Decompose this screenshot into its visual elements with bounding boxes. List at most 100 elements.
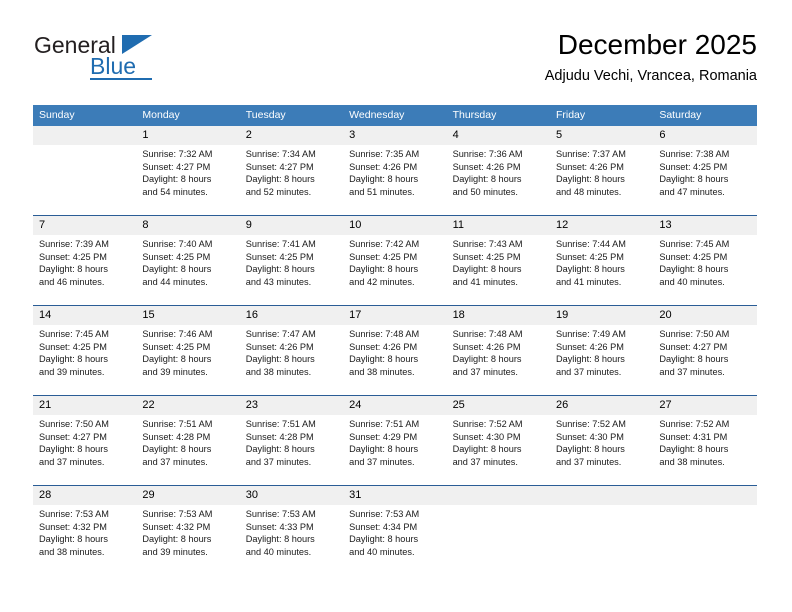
day-details: Sunrise: 7:40 AM Sunset: 4:25 PM Daylight:…: [136, 235, 239, 288]
sunset-text: Sunset: 4:34 PM: [349, 521, 418, 532]
day-details: Sunrise: 7:50 AM Sunset: 4:27 PM Daylight:…: [653, 325, 757, 378]
calendar-day-cell[interactable]: 1 Sunrise: 7:32 AM Sunset: 4:27 PM Daylight…: [136, 126, 240, 216]
day-number: 14: [33, 306, 137, 325]
sunset-text: Sunset: 4:31 PM: [659, 431, 728, 442]
day-details: Sunrise: 7:32 AM Sunset: 4:27 PM Daylight:…: [136, 145, 239, 198]
calendar-cell-inner: 4 Sunrise: 7:36 AM Sunset: 4:26 PM Daylight…: [446, 126, 550, 215]
day-details: Sunrise: 7:37 AM Sunset: 4:26 PM Daylight:…: [550, 145, 653, 198]
day-number: 5: [549, 126, 654, 145]
calendar-cell-inner: 29 Sunrise: 7:53 AM Sunset: 4:32 PM Dayligh…: [136, 486, 240, 575]
calendar-day-cell[interactable]: 24 Sunrise: 7:51 AM Sunset: 4:29 PM Dayligh…: [343, 395, 447, 486]
calendar-day-cell[interactable]: 3 Sunrise: 7:35 AM Sunset: 4:26 PM Daylight…: [343, 126, 447, 216]
daylight-text-line1: Daylight: 8 hours: [245, 174, 315, 185]
sunset-text: Sunset: 4:25 PM: [245, 251, 314, 262]
day-number: 11: [446, 216, 550, 235]
calendar-week-row: 14 Sunrise: 7:45 AM Sunset: 4:25 PM Dayligh…: [33, 305, 757, 396]
day-number: 6: [653, 126, 757, 145]
calendar-day-cell[interactable]: 20 Sunrise: 7:50 AM Sunset: 4:27 PM Dayligh…: [653, 305, 757, 396]
calendar-day-cell[interactable]: 23 Sunrise: 7:51 AM Sunset: 4:28 PM Dayligh…: [239, 395, 344, 486]
sunrise-text: Sunrise: 7:51 AM: [142, 419, 213, 429]
sunrise-text: Sunrise: 7:39 AM: [39, 239, 109, 249]
daylight-text-line1: Daylight: 8 hours: [555, 264, 625, 275]
calendar-cell-inner: 21 Sunrise: 7:50 AM Sunset: 4:27 PM Dayligh…: [33, 396, 137, 485]
sunrise-text: Sunrise: 7:32 AM: [142, 149, 213, 159]
calendar-day-cell[interactable]: 4 Sunrise: 7:36 AM Sunset: 4:26 PM Daylight…: [446, 126, 550, 216]
day-number: 2: [239, 126, 344, 145]
calendar-day-cell[interactable]: 9 Sunrise: 7:41 AM Sunset: 4:25 PM Daylight…: [239, 215, 344, 306]
daylight-text-line2: and 38 minutes.: [245, 366, 312, 377]
calendar-day-cell[interactable]: 2 Sunrise: 7:34 AM Sunset: 4:27 PM Daylight…: [239, 126, 344, 216]
day-number: 26: [549, 396, 654, 415]
day-number: 22: [136, 396, 240, 415]
calendar-day-cell[interactable]: 10 Sunrise: 7:42 AM Sunset: 4:25 PM Dayligh…: [343, 215, 447, 306]
calendar-cell-inner: 16 Sunrise: 7:47 AM Sunset: 4:26 PM Dayligh…: [239, 306, 344, 395]
calendar-day-cell[interactable]: 26 Sunrise: 7:52 AM Sunset: 4:30 PM Dayligh…: [549, 395, 654, 486]
day-number: 12: [549, 216, 654, 235]
logo-underline: [90, 78, 152, 80]
daylight-text-line1: Daylight: 8 hours: [39, 444, 108, 455]
sunrise-text: Sunrise: 7:47 AM: [245, 329, 316, 339]
daylight-text-line1: Daylight: 8 hours: [142, 174, 212, 185]
calendar-cell-inner: [446, 486, 550, 575]
column-header-monday: Monday: [136, 105, 240, 126]
calendar-day-cell[interactable]: 6 Sunrise: 7:38 AM Sunset: 4:25 PM Daylight…: [653, 126, 757, 216]
calendar-day-cell[interactable]: 28 Sunrise: 7:53 AM Sunset: 4:32 PM Dayligh…: [33, 485, 137, 575]
day-number: 20: [653, 306, 757, 325]
daylight-text-line2: and 39 minutes.: [142, 366, 208, 377]
calendar-day-cell[interactable]: 22 Sunrise: 7:51 AM Sunset: 4:28 PM Dayligh…: [136, 395, 240, 486]
page-header: General Blue December 2025 Adjudu Vechi,…: [34, 28, 757, 98]
calendar-cell-inner: 24 Sunrise: 7:51 AM Sunset: 4:29 PM Dayligh…: [343, 396, 447, 485]
calendar-day-cell[interactable]: 18 Sunrise: 7:48 AM Sunset: 4:26 PM Dayligh…: [446, 305, 550, 396]
calendar-day-cell[interactable]: 14 Sunrise: 7:45 AM Sunset: 4:25 PM Dayligh…: [33, 305, 137, 396]
calendar-cell-inner: 30 Sunrise: 7:53 AM Sunset: 4:33 PM Dayligh…: [239, 486, 344, 575]
calendar-day-cell[interactable]: 5 Sunrise: 7:37 AM Sunset: 4:26 PM Daylight…: [549, 126, 654, 216]
day-number: 29: [136, 486, 240, 505]
calendar-day-cell[interactable]: 11 Sunrise: 7:43 AM Sunset: 4:25 PM Dayligh…: [446, 215, 550, 306]
calendar-cell-inner: 11 Sunrise: 7:43 AM Sunset: 4:25 PM Dayligh…: [446, 216, 550, 305]
daylight-text-line1: Daylight: 8 hours: [39, 534, 108, 545]
general-blue-logo: General Blue: [34, 32, 204, 90]
calendar-cell-inner: 1 Sunrise: 7:32 AM Sunset: 4:27 PM Daylight…: [136, 126, 240, 215]
sunrise-text: Sunrise: 7:36 AM: [452, 149, 523, 159]
day-number: 19: [549, 306, 654, 325]
daylight-text-line1: Daylight: 8 hours: [349, 264, 419, 275]
daylight-text-line1: Daylight: 8 hours: [142, 444, 212, 455]
daylight-text-line2: and 40 minutes.: [659, 276, 725, 287]
sunset-text: Sunset: 4:25 PM: [39, 341, 107, 352]
calendar-day-cell[interactable]: 13 Sunrise: 7:45 AM Sunset: 4:25 PM Dayligh…: [653, 215, 757, 306]
daylight-text-line2: and 41 minutes.: [555, 276, 622, 287]
calendar-day-cell[interactable]: 30 Sunrise: 7:53 AM Sunset: 4:33 PM Dayligh…: [239, 485, 344, 575]
sunrise-text: Sunrise: 7:51 AM: [245, 419, 316, 429]
sunrise-sunset-calendar-table: Sunday Monday Tuesday Wednesday Thursday…: [33, 105, 757, 575]
sunrise-text: Sunrise: 7:53 AM: [349, 509, 420, 519]
page-subtitle-location: Adjudu Vechi, Vrancea, Romania: [544, 68, 757, 84]
sunset-text: Sunset: 4:27 PM: [142, 161, 211, 172]
sunset-text: Sunset: 4:27 PM: [39, 431, 107, 442]
daylight-text-line2: and 42 minutes.: [349, 276, 415, 287]
sunset-text: Sunset: 4:27 PM: [245, 161, 314, 172]
day-details: Sunrise: 7:51 AM Sunset: 4:28 PM Daylight:…: [136, 415, 239, 468]
calendar-day-cell[interactable]: 21 Sunrise: 7:50 AM Sunset: 4:27 PM Dayligh…: [33, 395, 137, 486]
sunset-text: Sunset: 4:26 PM: [349, 161, 418, 172]
sunrise-text: Sunrise: 7:48 AM: [349, 329, 420, 339]
calendar-day-cell[interactable]: 16 Sunrise: 7:47 AM Sunset: 4:26 PM Dayligh…: [239, 305, 344, 396]
calendar-day-cell[interactable]: 7 Sunrise: 7:39 AM Sunset: 4:25 PM Daylight…: [33, 215, 137, 306]
calendar-day-cell[interactable]: 15 Sunrise: 7:46 AM Sunset: 4:25 PM Dayligh…: [136, 305, 240, 396]
daylight-text-line1: Daylight: 8 hours: [245, 264, 315, 275]
calendar-day-cell[interactable]: 31 Sunrise: 7:53 AM Sunset: 4:34 PM Dayligh…: [343, 485, 447, 575]
day-details: Sunrise: 7:53 AM Sunset: 4:33 PM Daylight:…: [240, 505, 343, 558]
sunset-text: Sunset: 4:25 PM: [659, 161, 728, 172]
sunset-text: Sunset: 4:26 PM: [452, 341, 521, 352]
day-number: 28: [33, 486, 137, 505]
calendar-day-cell[interactable]: 8 Sunrise: 7:40 AM Sunset: 4:25 PM Daylight…: [136, 215, 240, 306]
calendar-day-cell[interactable]: 19 Sunrise: 7:49 AM Sunset: 4:26 PM Dayligh…: [549, 305, 654, 396]
day-number: 30: [239, 486, 344, 505]
calendar-day-cell[interactable]: 17 Sunrise: 7:48 AM Sunset: 4:26 PM Dayligh…: [343, 305, 447, 396]
calendar-day-cell[interactable]: 27 Sunrise: 7:52 AM Sunset: 4:31 PM Dayligh…: [653, 395, 757, 486]
calendar-day-cell[interactable]: 25 Sunrise: 7:52 AM Sunset: 4:30 PM Dayligh…: [446, 395, 550, 486]
calendar-cell-inner: 26 Sunrise: 7:52 AM Sunset: 4:30 PM Dayligh…: [549, 396, 654, 485]
calendar-day-cell[interactable]: 29 Sunrise: 7:53 AM Sunset: 4:32 PM Dayligh…: [136, 485, 240, 575]
calendar-day-cell[interactable]: 12 Sunrise: 7:44 AM Sunset: 4:25 PM Dayligh…: [549, 215, 654, 306]
calendar-week-row: 21 Sunrise: 7:50 AM Sunset: 4:27 PM Dayligh…: [33, 395, 757, 486]
sunset-text: Sunset: 4:25 PM: [142, 251, 211, 262]
